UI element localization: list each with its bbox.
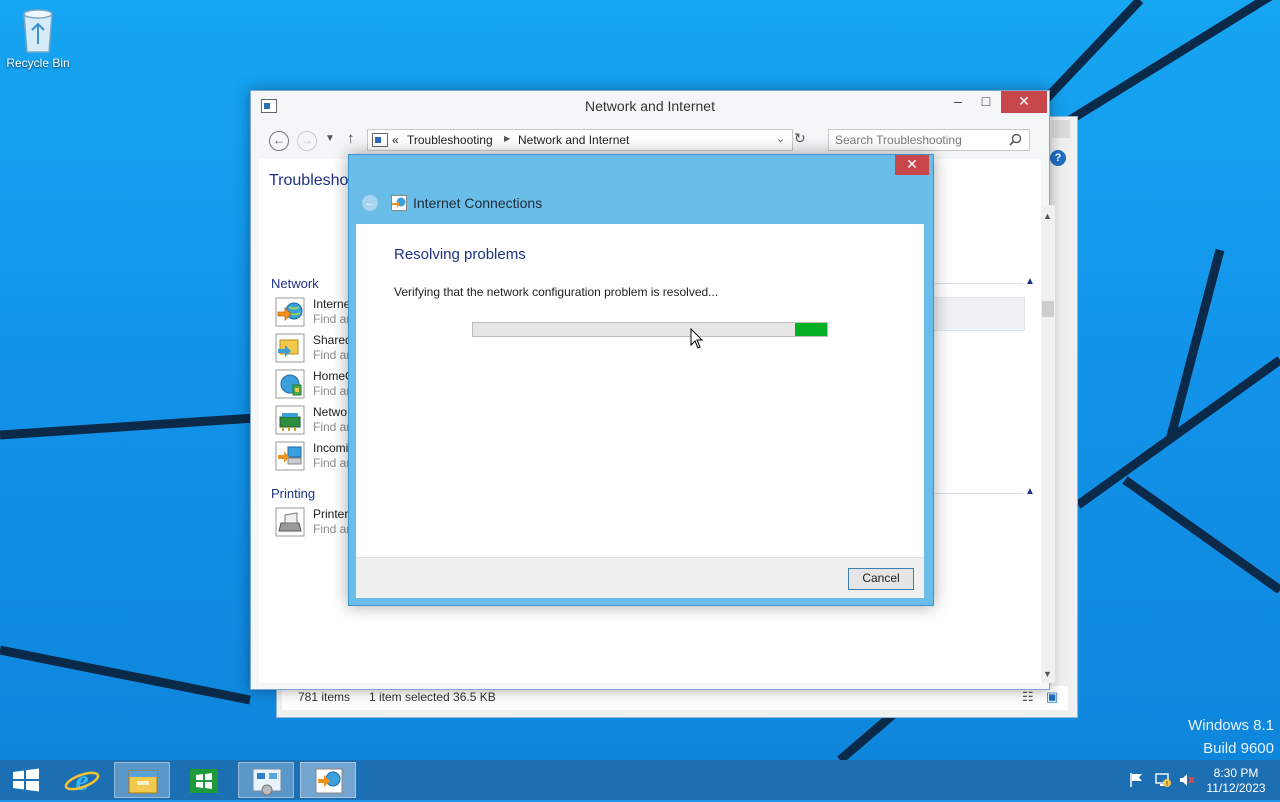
troubleshooter-dialog[interactable]: ✕ ← Internet Connections Resolving probl… [348, 154, 934, 606]
file-explorer-icon [128, 770, 158, 794]
vertical-scrollbar[interactable]: ▲ ▼ [1041, 205, 1055, 683]
address-bar[interactable]: « Troubleshooting ▶ Network and Internet… [367, 129, 793, 151]
action-center-flag-icon[interactable] [1128, 772, 1146, 788]
search-icon[interactable] [1009, 133, 1022, 146]
search-placeholder: Search Troubleshooting [835, 133, 962, 147]
shared-folders-icon [275, 333, 305, 363]
list-item-title: Printer [313, 507, 349, 521]
windows-watermark: Windows 8.1 Build 9600 [1188, 714, 1274, 760]
dialog-heading: Resolving problems [394, 246, 526, 263]
list-item-title: Netwo [313, 405, 348, 419]
taskbar-internet-explorer[interactable]: e [54, 762, 110, 798]
section-printing-label[interactable]: Printing [271, 486, 315, 501]
network-adapter-icon [275, 405, 305, 435]
maximize-button[interactable]: □ [973, 91, 999, 113]
dialog-status-message: Verifying that the network configuration… [394, 285, 719, 299]
breadcrumb-separator-icon[interactable]: ▶ [504, 134, 510, 143]
internet-connections-icon [275, 297, 305, 327]
status-selection: 1 item selected 36.5 KB [369, 690, 496, 704]
watermark-version: Windows 8.1 [1188, 717, 1274, 734]
recent-locations-chevron-icon[interactable]: ▼ [325, 133, 335, 144]
system-clock[interactable]: 8:30 PM 11/12/2023 [1206, 766, 1266, 796]
arrow-left-icon: ← [273, 133, 285, 147]
dialog-body: Resolving problems Verifying that the ne… [356, 224, 924, 557]
scroll-down-chevron-icon[interactable]: ▼ [1043, 669, 1052, 679]
homegroup-icon [275, 369, 305, 399]
address-overflow-chevrons[interactable]: « [392, 133, 399, 147]
dialog-back-button[interactable]: ← [362, 195, 378, 211]
printer-icon [275, 507, 305, 537]
dialog-close-button[interactable]: ✕ [895, 155, 929, 175]
clock-date: 11/12/2023 [1206, 781, 1266, 795]
network-status-icon[interactable]: ! [1154, 772, 1172, 788]
progress-bar-fill [795, 323, 827, 336]
start-button[interactable] [6, 764, 46, 796]
help-icon[interactable]: ? [1050, 150, 1066, 166]
collapse-network-chevron-icon[interactable]: ▲ [1025, 276, 1035, 287]
window-title: Network and Internet [585, 98, 715, 114]
forward-button[interactable]: → [297, 131, 317, 151]
dialog-footer: Cancel [356, 557, 924, 598]
incoming-connections-icon [275, 441, 305, 471]
address-dropdown-chevron-icon[interactable]: ⌄ [776, 132, 785, 145]
mouse-cursor-icon [690, 328, 704, 349]
section-divider [935, 283, 1023, 284]
page-title: Troubleshoo [269, 172, 358, 189]
dialog-title: Internet Connections [413, 195, 543, 211]
taskbar-control-panel[interactable] [238, 762, 294, 798]
taskbar-file-explorer[interactable] [114, 762, 170, 798]
control-panel-taskbar-icon [252, 768, 282, 796]
clock-time: 8:30 PM [1213, 766, 1259, 780]
selected-row-highlight [931, 297, 1025, 331]
recycle-bin-icon [23, 9, 53, 53]
list-item-title: Interne [313, 297, 351, 311]
back-button[interactable]: ← [269, 131, 289, 151]
breadcrumb-network-and-internet[interactable]: Network and Internet [518, 133, 629, 147]
taskbar: e ! 8:30 PM 11/12/2023 [0, 760, 1280, 800]
taskbar-store[interactable] [176, 762, 232, 798]
windows-logo-icon [13, 768, 39, 792]
close-button[interactable]: ✕ [1001, 91, 1047, 113]
up-button[interactable]: ↑ [347, 130, 355, 147]
progress-bar [472, 322, 828, 337]
watermark-build: Build 9600 [1203, 740, 1274, 757]
breadcrumb-troubleshooting[interactable]: Troubleshooting [407, 133, 493, 147]
collapse-printing-chevron-icon[interactable]: ▲ [1025, 486, 1035, 497]
svg-text:e: e [75, 764, 88, 797]
details-view-icon[interactable]: ☷ [1022, 689, 1034, 705]
status-item-count: 781 items [298, 690, 351, 704]
arrow-left-icon: ← [364, 197, 376, 209]
scroll-up-chevron-icon[interactable]: ▲ [1043, 211, 1052, 221]
volume-muted-icon[interactable] [1178, 772, 1196, 788]
store-icon [190, 769, 218, 793]
internet-connections-small-icon [391, 195, 407, 211]
list-item-title: Shared [313, 333, 352, 347]
taskbar-troubleshooter[interactable] [300, 762, 356, 798]
section-divider [935, 493, 1023, 494]
arrow-right-icon: → [301, 133, 313, 147]
list-item-title: Incomi [313, 441, 349, 455]
svg-text:!: ! [1166, 781, 1168, 788]
search-box[interactable]: Search Troubleshooting [828, 129, 1030, 151]
internet-explorer-icon: e [64, 764, 100, 797]
title-bar[interactable]: Network and Internet – □ ✕ [251, 91, 1049, 121]
large-icons-view-icon[interactable]: ▣ [1046, 689, 1058, 705]
section-network-label[interactable]: Network [271, 276, 319, 291]
scrollbar-thumb[interactable] [1042, 301, 1054, 317]
troubleshooter-taskbar-icon [315, 768, 343, 794]
refresh-icon[interactable]: ↻ [794, 130, 806, 147]
recycle-bin-label: Recycle Bin [6, 56, 70, 70]
minimize-button[interactable]: – [945, 91, 971, 113]
cancel-button[interactable]: Cancel [848, 568, 914, 590]
control-panel-small-icon [372, 133, 388, 147]
recycle-bin-shortcut[interactable]: Recycle Bin [4, 6, 72, 70]
